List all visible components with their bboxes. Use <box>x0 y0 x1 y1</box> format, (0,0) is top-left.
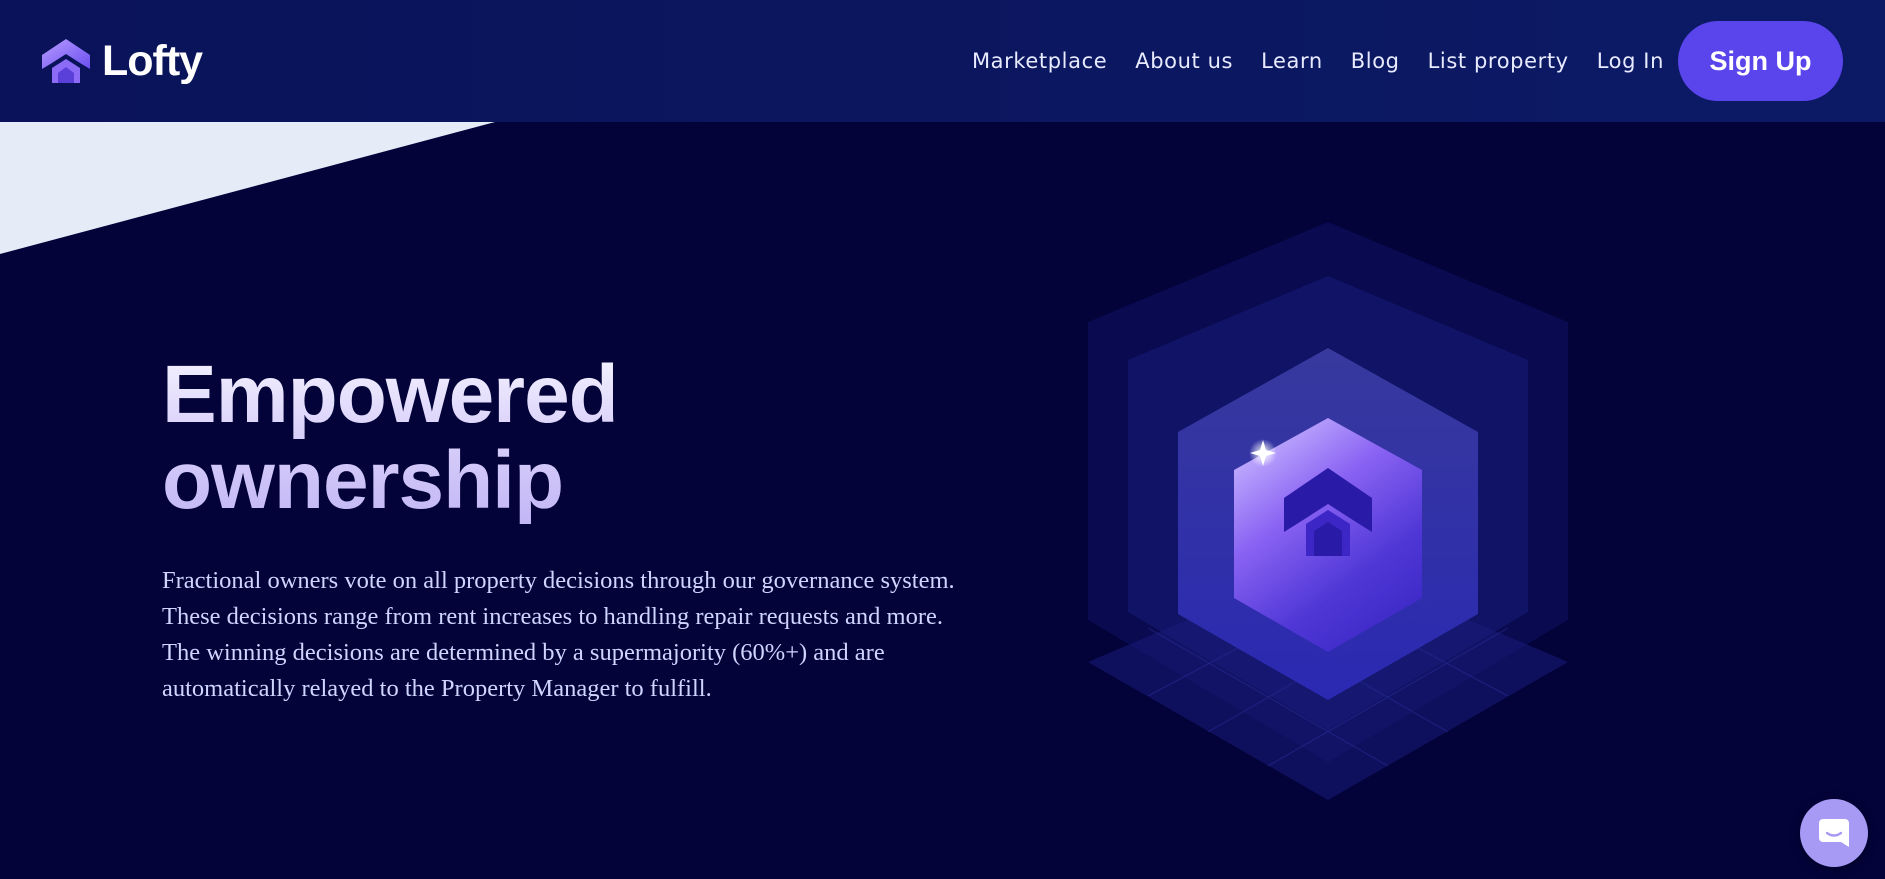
house-chevron-icon <box>42 39 90 83</box>
page: Lofty Marketplace About us Learn Blog Li… <box>0 0 1885 879</box>
hero-title: Empowered ownership <box>162 352 782 524</box>
hexagon-house-icon <box>1088 222 1568 800</box>
sign-up-button[interactable]: Sign Up <box>1678 21 1843 101</box>
chat-bubble-icon <box>1819 819 1849 847</box>
site-header: Lofty Marketplace About us Learn Blog Li… <box>0 0 1885 122</box>
hero-title-line-1: Empowered <box>162 349 618 440</box>
nav-log-in[interactable]: Log In <box>1597 49 1664 73</box>
hero-title-line-2: ownership <box>162 435 564 526</box>
nav-list-property[interactable]: List property <box>1428 49 1569 73</box>
logo-link[interactable]: Lofty <box>40 36 203 86</box>
nav-about-us[interactable]: About us <box>1135 49 1233 73</box>
nav-learn[interactable]: Learn <box>1261 49 1323 73</box>
main-nav: Marketplace About us Learn Blog List pro… <box>972 21 1843 101</box>
chat-launcher-button[interactable] <box>1800 799 1868 867</box>
hero-description: Fractional owners vote on all property d… <box>162 567 955 702</box>
decorative-wedge <box>0 122 495 254</box>
nav-marketplace[interactable]: Marketplace <box>972 49 1107 73</box>
nav-blog[interactable]: Blog <box>1351 49 1400 73</box>
brand-name: Lofty <box>102 36 203 85</box>
